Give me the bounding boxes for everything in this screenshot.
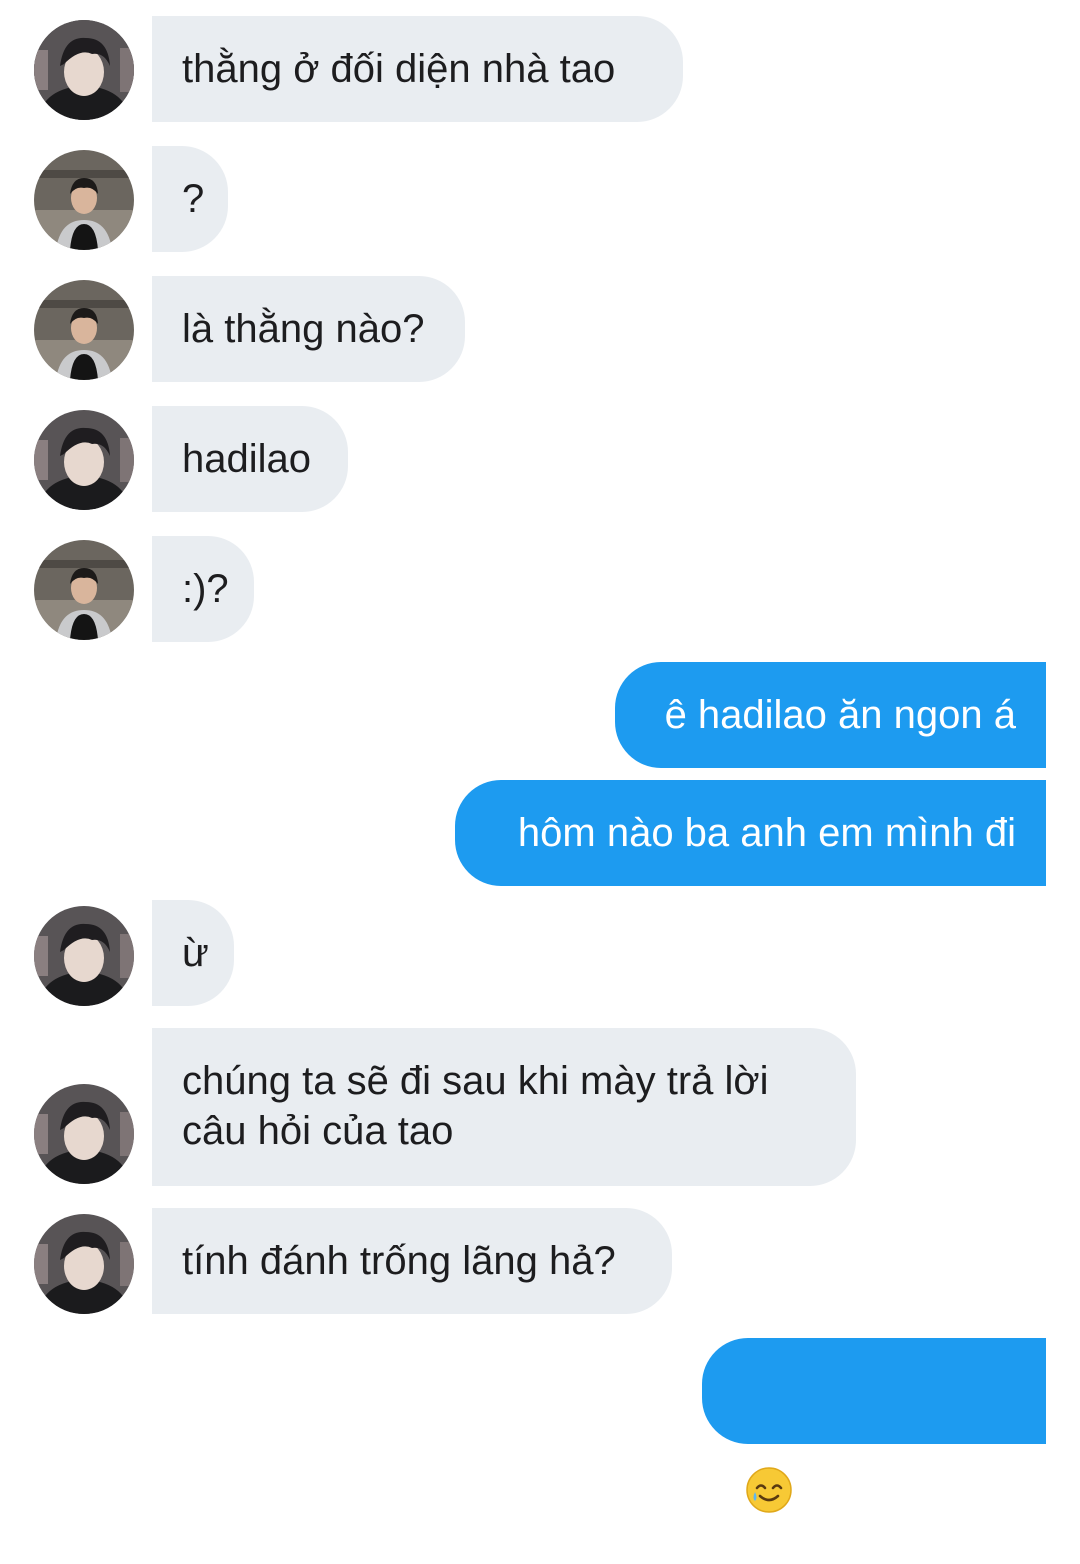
message-bubble-outgoing[interactable]: ê hadilao ăn ngon á — [615, 662, 1046, 768]
avatar-b-image — [34, 540, 134, 640]
avatar-b-image — [34, 150, 134, 250]
avatar-a-image — [34, 906, 134, 1006]
avatar-a-image — [34, 20, 134, 120]
message-bubble[interactable]: tính đánh trống lãng hả? — [152, 1208, 672, 1314]
avatar[interactable] — [34, 1084, 134, 1184]
avatar[interactable] — [34, 150, 134, 250]
message-bubble[interactable]: ừ — [152, 900, 234, 1006]
avatar-a-image — [34, 1214, 134, 1314]
avatar[interactable] — [34, 280, 134, 380]
message-bubble[interactable]: chúng ta sẽ đi sau khi mày trả lời câu h… — [152, 1028, 856, 1186]
chat-thread: thằng ở đối diện nhà tao ? là thằng nào? — [0, 0, 1080, 1553]
message-bubble[interactable]: là thằng nào? — [152, 276, 465, 382]
message-bubble[interactable]: thằng ở đối diện nhà tao — [152, 16, 683, 122]
avatar[interactable] — [34, 1214, 134, 1314]
avatar-a-image — [34, 410, 134, 510]
message-bubble[interactable]: ? — [152, 146, 228, 252]
message-bubble[interactable]: hadilao — [152, 406, 348, 512]
message-bubble-outgoing[interactable]: hôm nào ba anh em mình đi — [455, 780, 1046, 886]
avatar[interactable] — [34, 906, 134, 1006]
message-text: hong có mà — [806, 1509, 1016, 1553]
message-bubble[interactable]: :)? — [152, 536, 254, 642]
avatar[interactable] — [34, 540, 134, 640]
smiling-face-with-tear-icon — [745, 1416, 793, 1513]
message-bubble-outgoing[interactable]: hong có mà — [702, 1338, 1046, 1553]
avatar[interactable] — [34, 20, 134, 120]
avatar-a-image — [34, 1084, 134, 1184]
avatar[interactable] — [34, 410, 134, 510]
avatar-b-image — [34, 280, 134, 380]
